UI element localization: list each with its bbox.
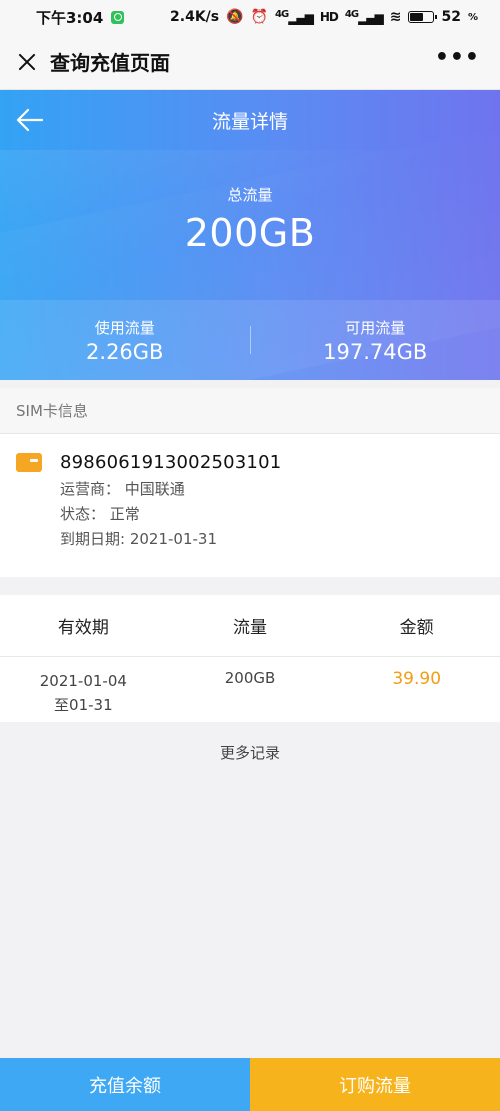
mute-icon: 🔕 [226, 9, 244, 25]
hd-icon: HD [319, 10, 339, 24]
row-amount: 39.90 [392, 669, 442, 689]
available-traffic-label: 可用流量 [345, 318, 406, 337]
sim-status: 状态： 正常 [60, 505, 140, 523]
table-row: 2021-01-04 至01-31 200GB 39.90 [0, 657, 500, 722]
total-traffic-label: 总流量 [227, 186, 273, 204]
close-icon[interactable] [14, 49, 40, 75]
order-traffic-button[interactable]: 订购流量 [250, 1058, 500, 1111]
used-traffic-value: 2.26GB [86, 339, 164, 364]
recharge-records: 有效期 流量 金额 2021-01-04 至01-31 200GB 39.90 [0, 595, 500, 722]
back-arrow-icon[interactable] [16, 106, 44, 134]
status-bar: 下午3:04 2.4K/s 🔕 ⏰ 4G▂▄▆ HD 4G▂▄▆ ≋ 52% [0, 0, 500, 34]
network-speed: 2.4K/s [170, 9, 220, 25]
sim-carrier: 运营商： 中国联通 [60, 480, 185, 498]
hero-nav: 流量详情 [0, 90, 500, 150]
traffic-summary: 流量详情 总流量 200GB 使用流量 2.26GB 可用流量 197.74GB [0, 90, 500, 380]
webview-titlebar: 查询充值页面 ••• [0, 34, 500, 90]
signal-icon-1: 4G▂▄▆ [275, 9, 314, 25]
battery-percent: 52 [441, 9, 461, 25]
header-validity: 有效期 [57, 618, 109, 638]
bottom-action-bar: 充值余额 订购流量 [0, 1058, 500, 1111]
more-icon[interactable]: ••• [429, 45, 486, 78]
battery-icon [408, 11, 438, 23]
sim-expiry: 到期日期: 2021-01-31 [60, 530, 217, 548]
status-right: 2.4K/s 🔕 ⏰ 4G▂▄▆ HD 4G▂▄▆ ≋ 52% [170, 9, 478, 25]
network-type-1: 4G [275, 9, 289, 20]
header-traffic: 流量 [233, 618, 267, 638]
row-traffic: 200GB [224, 669, 276, 687]
recharge-balance-button[interactable]: 充值余额 [0, 1058, 250, 1111]
app-notification-icon [111, 10, 125, 24]
row-validity: 2021-01-04 至01-31 [0, 669, 167, 717]
sim-section-title: SIM卡信息 [0, 388, 500, 434]
available-traffic-value: 197.74GB [323, 339, 428, 364]
row-date-end: 至01-31 [54, 696, 113, 714]
used-traffic: 使用流量 2.26GB [0, 317, 250, 364]
row-date-start: 2021-01-04 [39, 672, 127, 690]
signal-icon-2: 4G▂▄▆ [344, 9, 384, 25]
sim-number: 8986061913002503101 [60, 452, 282, 473]
status-time: 下午3:04 [36, 8, 104, 27]
sim-card-icon [16, 453, 42, 472]
sim-number-row: 8986061913002503101 [16, 452, 484, 473]
status-left: 下午3:04 [36, 7, 125, 28]
wifi-icon: ≋ [389, 9, 402, 25]
hero-title: 流量详情 [211, 110, 288, 133]
page-title: 查询充值页面 [50, 51, 170, 75]
header-amount: 金额 [399, 618, 434, 638]
records-header: 有效期 流量 金额 [0, 595, 500, 657]
more-records-link[interactable]: 更多记录 [0, 742, 500, 763]
used-traffic-label: 使用流量 [94, 318, 155, 337]
total-traffic-value: 200GB [184, 211, 316, 255]
traffic-stats: 使用流量 2.26GB 可用流量 197.74GB [0, 300, 500, 380]
network-type-2: 4G [344, 9, 359, 20]
sim-info-card: 8986061913002503101 运营商： 中国联通 状态： 正常 到期日… [0, 434, 500, 577]
available-traffic: 可用流量 197.74GB [251, 317, 500, 364]
alarm-icon: ⏰ [250, 9, 269, 25]
